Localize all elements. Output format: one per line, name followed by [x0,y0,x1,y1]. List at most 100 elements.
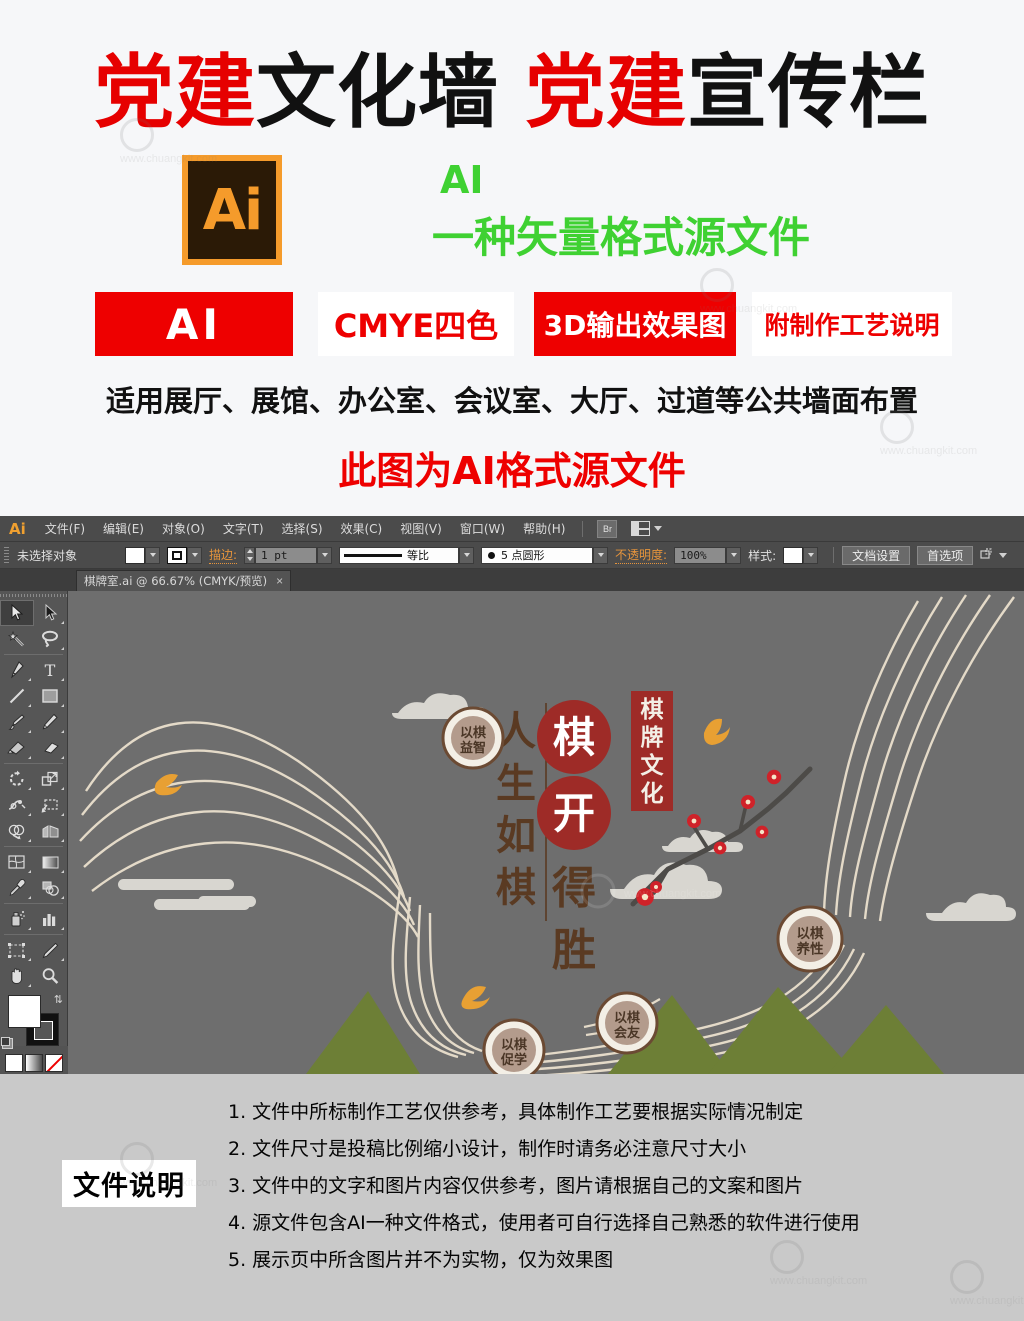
opacity-dropdown [726,546,742,564]
note-item: 1. 文件中所标制作工艺仅供参考，具体制作工艺要根据实际情况制定 [228,1101,804,1123]
artboard-tool[interactable] [0,937,34,963]
tools-panel-grip[interactable] [0,591,67,600]
medallion: 以棋 益智 [441,706,505,770]
none-button[interactable] [44,1054,63,1072]
scale-tool[interactable] [34,766,68,792]
ai-format-title: AI [440,158,484,202]
symbol-sprayer-tool[interactable] [0,906,34,932]
title-part-3: 宣传栏 [687,46,930,139]
svg-text:棋: 棋 [553,713,595,762]
line-segment-tool[interactable] [0,683,34,709]
opacity-input[interactable]: 100% [674,546,727,564]
tools-grid: T [0,600,67,989]
feature-badges: AI CMYE四色 3D输出效果图 附制作工艺说明 [0,292,1024,360]
feature-badge: 附制作工艺说明 [752,292,952,356]
free-transform-tool[interactable] [34,792,68,818]
bridge-icon[interactable]: Br [597,519,618,538]
wall-design-artwork: 人 生 如 棋 棋 开 得 胜 棋 牌 文 化 以棋 益智 以棋 促学 以棋 会… [79,594,1016,1074]
menu-item-select[interactable]: 选择(S) [273,516,332,542]
rectangle-tool[interactable] [34,683,68,709]
stroke-dropdown [187,546,202,564]
menu-item-edit[interactable]: 编辑(E) [94,516,153,542]
shaper-tool[interactable] [0,735,34,761]
blend-tool[interactable] [34,875,68,901]
slice-tool[interactable] [34,937,68,963]
zoom-tool[interactable] [34,963,68,989]
brush-label: 5 点圆形 [501,549,545,562]
menu-item-file[interactable]: 文件(F) [36,516,94,542]
column-graph-tool[interactable] [34,906,68,932]
svg-text:以棋: 以棋 [460,725,486,741]
medallion: 以棋 促学 [482,1018,546,1074]
hand-tool[interactable] [0,963,34,989]
magic-wand-tool[interactable] [0,626,34,652]
brush-definition-select[interactable]: 5 点圆形 [481,546,594,564]
arrange-documents-button[interactable] [631,521,663,536]
stroke-color-swatch[interactable] [167,546,187,564]
menu-item-help[interactable]: 帮助(H) [514,516,574,542]
menu-item-view[interactable]: 视图(V) [391,516,451,542]
perspective-grid-tool[interactable] [34,818,68,844]
chevron-down-icon [321,553,328,557]
align-options-button[interactable] [980,548,1008,562]
svg-text:得: 得 [551,863,596,914]
stepper-down-icon [246,556,253,561]
chevron-down-icon [191,553,198,557]
menu-item-effect[interactable]: 效果(C) [332,516,392,542]
mesh-tool[interactable] [0,849,34,875]
color-mode-buttons [0,1051,67,1074]
direct-selection-tool[interactable] [34,600,68,626]
pen-tool[interactable] [0,657,34,683]
fill-color-swatch[interactable] [125,546,145,564]
paintbrush-tool[interactable] [0,709,34,735]
type-tool[interactable]: T [34,657,68,683]
menu-item-object[interactable]: 对象(O) [153,516,214,542]
swap-fill-stroke-icon[interactable]: ⇅ [54,993,63,1006]
svg-text:促学: 促学 [500,1052,527,1068]
fill-swatch[interactable] [8,995,41,1028]
rotate-tool[interactable] [0,766,34,792]
svg-text:化: 化 [641,780,664,807]
artboard-canvas[interactable]: 人 生 如 棋 棋 开 得 胜 棋 牌 文 化 以棋 益智 以棋 促学 以棋 会… [68,591,1024,1074]
pencil-tool[interactable] [34,709,68,735]
document-tab[interactable]: 棋牌室.ai @ 66.67% (CMYK/预览) × [76,570,292,591]
control-bar: 未选择对象 描边: 1 pt 等比 5 点圆形 不透明度: 100% 样式: 文… [0,542,1024,569]
color-button[interactable] [4,1054,23,1072]
graphic-style-swatch[interactable] [783,546,804,564]
svg-text:胜: 胜 [552,925,596,976]
svg-text:开: 开 [553,789,595,838]
menu-bar: Ai 文件(F) 编辑(E) 对象(O) 文字(T) 选择(S) 效果(C) 视… [0,516,1024,542]
svg-text:以棋: 以棋 [797,925,825,942]
fill-dropdown [145,546,160,564]
close-icon[interactable]: × [276,574,283,588]
eraser-tool[interactable] [34,735,68,761]
panel-grip[interactable] [4,547,9,563]
menu-item-window[interactable]: 窗口(W) [451,516,514,542]
preferences-button[interactable]: 首选项 [917,545,974,565]
width-tool[interactable] [0,792,34,818]
shape-builder-tool[interactable] [0,818,34,844]
adobe-illustrator-icon: Ai [182,155,282,265]
stroke-profile-select[interactable]: 等比 [339,546,460,564]
profile-line-icon [344,553,403,557]
menu-item-type[interactable]: 文字(T) [214,516,273,542]
default-fill-stroke-icon[interactable] [1,1037,13,1049]
vertical-banner: 棋 牌 文 化 [631,691,673,811]
note-item: 5. 展示页中所含图片并不为实物，仅为效果图 [228,1249,614,1271]
stroke-weight-dropdown [317,546,333,564]
document-setup-button[interactable]: 文档设置 [842,545,911,565]
svg-text:益智: 益智 [460,740,486,756]
stroke-weight-stepper[interactable] [244,546,256,564]
arrange-grid-icon [631,521,651,536]
chevron-down-icon [999,552,1008,558]
gradient-tool[interactable] [34,849,68,875]
illustrator-window: Ai 文件(F) 编辑(E) 对象(O) 文字(T) 选择(S) 效果(C) 视… [0,516,1024,1094]
gradient-button[interactable] [24,1054,43,1072]
document-tab-strip: 棋牌室.ai @ 66.67% (CMYK/预览) × [0,569,1024,591]
lasso-tool[interactable] [34,626,68,652]
eyedropper-tool[interactable] [0,875,34,901]
selection-tool[interactable] [0,600,34,626]
notes-label: 文件说明 [62,1160,196,1207]
svg-text:生: 生 [496,761,536,807]
stroke-weight-input[interactable]: 1 pt [255,546,318,564]
